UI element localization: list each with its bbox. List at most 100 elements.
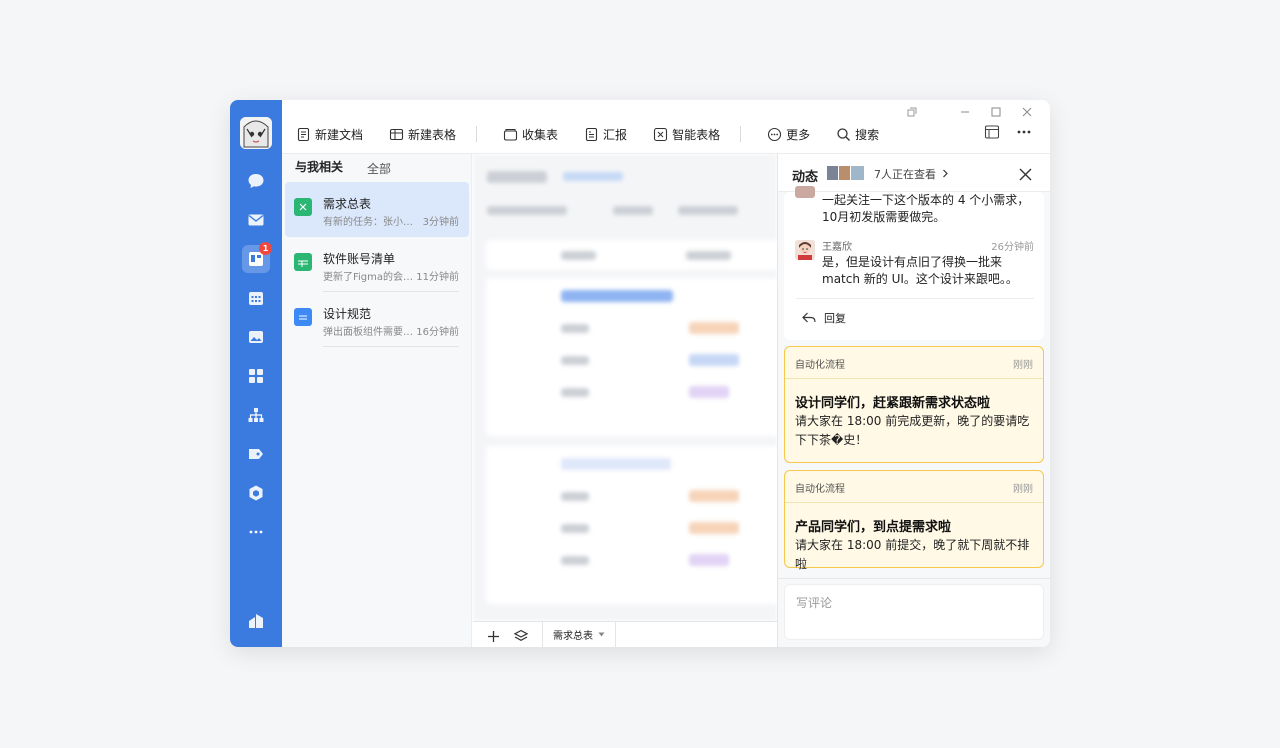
sheet-tab[interactable]: 需求总表 [542, 622, 616, 647]
caret-down-icon [598, 632, 605, 637]
card-divider [785, 502, 1043, 503]
tab-related[interactable]: 与我相关 [295, 158, 344, 184]
doc-list-panel: 与我相关 全部 需求总表 有新的任务：张小雨指派给你 3分钟前 软件账号清单 更… [282, 154, 472, 647]
smart-sheet-label: 智能表格 [672, 127, 721, 142]
reply-icon [802, 312, 816, 323]
blurred-title [487, 171, 547, 183]
toolbar-divider [740, 126, 742, 142]
activity-title: 动态 [792, 170, 819, 185]
smart-sheet-button[interactable]: 智能表格 [653, 126, 720, 143]
tag-icon[interactable] [242, 440, 270, 468]
doc-item[interactable]: 软件账号清单 更新了Figma的会员账号信息 11分钟前 [285, 237, 469, 292]
sheet-icon [389, 128, 404, 140]
doc-subtitle: 更新了Figma的会员账号信息 [323, 272, 418, 283]
calendar-icon[interactable] [242, 284, 270, 312]
more-button[interactable]: 更多 [767, 126, 810, 143]
doc-item[interactable]: 需求总表 有新的任务：张小雨指派给你 3分钟前 [285, 182, 469, 237]
blurred-link [563, 172, 623, 181]
blurred-toolbar [678, 206, 738, 215]
doc-icon [297, 127, 310, 141]
doc-subtitle: 弹出面板组件需要更新 [323, 327, 418, 338]
cube-icon[interactable] [242, 479, 270, 507]
sheet-bottom-bar: 需求总表 [473, 621, 777, 647]
close-window-icon[interactable] [1011, 102, 1042, 122]
close-panel-icon[interactable] [1019, 166, 1032, 185]
report-button[interactable]: 汇报 [584, 126, 627, 143]
blurred-toolbar [613, 206, 653, 215]
card-divider [785, 378, 1043, 379]
maximize-icon[interactable] [980, 102, 1011, 122]
panel-divider [778, 578, 1050, 579]
blurred-cell [686, 251, 731, 260]
new-sheet-label: 新建表格 [408, 127, 457, 142]
window-controls [896, 102, 1042, 122]
chevron-right-icon [942, 169, 948, 178]
report-icon [585, 127, 598, 141]
mail-icon[interactable] [242, 206, 270, 234]
new-doc-button[interactable]: 新建文档 [296, 126, 363, 143]
reply-button[interactable]: 回复 [802, 310, 846, 326]
comment-author: 王嘉欣 [822, 242, 852, 253]
reply-label: 回复 [824, 312, 846, 325]
automation-time: 刚刚 [1013, 484, 1033, 495]
new-sheet-button[interactable]: 新建表格 [389, 126, 456, 143]
new-doc-label: 新建文档 [315, 127, 364, 142]
more-circle-icon [768, 127, 782, 141]
add-sheet-icon[interactable] [487, 628, 500, 647]
doc-list-tabs: 与我相关 全部 [282, 154, 471, 184]
comment-time: 26分钟前 [991, 242, 1034, 253]
blurred-tag [689, 522, 739, 534]
doc-item[interactable]: 设计规范 弹出面板组件需要更新 16分钟前 [285, 292, 469, 347]
layers-icon[interactable] [513, 628, 529, 647]
avatar [795, 186, 815, 198]
org-chart-icon[interactable] [242, 401, 270, 429]
doc-title: 设计规范 [323, 307, 372, 321]
collect-form-label: 收集表 [522, 127, 559, 142]
blurred-cell [561, 356, 589, 365]
docs-icon[interactable]: 1 [242, 242, 272, 273]
layout-icon[interactable] [976, 124, 1008, 140]
search-button[interactable]: 搜索 [836, 126, 879, 143]
pin-window-icon[interactable] [896, 102, 927, 122]
blurred-group [486, 278, 777, 436]
image-icon[interactable] [242, 323, 270, 351]
doc-time: 11分钟前 [416, 272, 459, 283]
sheet-doc-icon [294, 198, 312, 216]
apps-icon[interactable] [242, 362, 270, 390]
viewers-count-label: 7人正在查看 [874, 168, 936, 181]
sheet-view: 需求总表 [473, 154, 777, 647]
more-dots-icon[interactable] [242, 518, 270, 546]
comment-thread: 一起关注一下这个版本的 4 个小需求，10月初发版需要做完。 王嘉欣 26分钟前… [784, 186, 1044, 340]
menu-dots-icon[interactable] [1008, 124, 1040, 140]
blurred-tag [689, 386, 729, 398]
user-avatar[interactable] [240, 117, 272, 149]
blurred-tag [689, 490, 739, 502]
viewer-avatars[interactable] [826, 165, 865, 181]
minimize-icon[interactable] [949, 102, 980, 122]
comment-placeholder: 写评论 [796, 596, 833, 610]
activity-header: 动态 7人正在查看 [778, 154, 1050, 192]
text-doc-icon [294, 308, 312, 326]
blurred-cell [561, 492, 589, 501]
notification-badge: 1 [259, 242, 272, 255]
automation-card[interactable]: 自动化流程 刚刚 设计同学们，赶紧跟新需求状态啦 请大家在 18:00 前完成更… [784, 346, 1044, 463]
automation-label: 自动化流程 [795, 484, 845, 495]
comment-input[interactable]: 写评论 [784, 584, 1044, 640]
collect-form-button[interactable]: 收集表 [503, 126, 558, 143]
dashboard-icon[interactable] [242, 607, 270, 635]
viewers-count[interactable]: 7人正在查看 [874, 166, 949, 182]
blurred-toolbar [487, 206, 567, 215]
automation-body: 请大家在 18:00 前完成更新，晚了的要请吃下下茶�史！ [795, 414, 1030, 447]
doc-time: 16分钟前 [416, 327, 459, 338]
search-label: 搜索 [855, 127, 880, 142]
automation-title: 产品同学们，到点提需求啦 [795, 520, 952, 535]
sheet-tab-label: 需求总表 [553, 631, 593, 642]
automation-title: 设计同学们，赶紧跟新需求状态啦 [795, 396, 991, 411]
tab-all[interactable]: 全部 [367, 160, 391, 184]
blurred-group-label [561, 458, 671, 470]
chat-icon[interactable] [242, 167, 270, 195]
doc-title: 软件账号清单 [323, 252, 396, 266]
doc-time: 3分钟前 [422, 217, 459, 228]
comment-text: 一起关注一下这个版本的 4 个小需求，10月初发版需要做完。 [822, 193, 1030, 224]
automation-card[interactable]: 自动化流程 刚刚 产品同学们，到点提需求啦 请大家在 18:00 前提交，晚了就… [784, 470, 1044, 571]
